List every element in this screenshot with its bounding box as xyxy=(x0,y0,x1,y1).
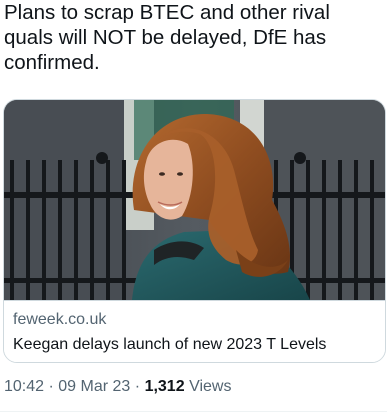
tweet-time[interactable]: 10:42 xyxy=(4,378,44,395)
tweet-text: Plans to scrap BTEC and other rival qual… xyxy=(4,0,376,75)
link-title[interactable]: Keegan delays launch of new 2023 T Level… xyxy=(13,336,326,354)
views-label: Views xyxy=(189,378,232,395)
tweet-text-line: confirmed. xyxy=(4,51,100,74)
tweet-date[interactable]: 09 Mar 23 xyxy=(58,378,130,395)
meta-separator: · xyxy=(48,378,54,395)
link-domain: feweek.co.uk xyxy=(13,311,107,328)
views-count: 1,312 xyxy=(144,378,185,395)
tweet-text-line: quals will NOT be delayed, DfE has xyxy=(4,26,327,49)
tweet-text-line: Plans to scrap BTEC and other rival xyxy=(4,1,330,24)
divider xyxy=(0,411,387,412)
link-preview-meta[interactable]: feweek.co.uk Keegan delays launch of new… xyxy=(4,300,385,362)
tweet-metadata: 10:42 · 09 Mar 23 · 1,312 Views xyxy=(4,378,231,396)
link-preview-card[interactable]: feweek.co.uk Keegan delays launch of new… xyxy=(3,99,386,363)
article-photo[interactable] xyxy=(4,100,385,300)
meta-separator: · xyxy=(134,378,141,395)
